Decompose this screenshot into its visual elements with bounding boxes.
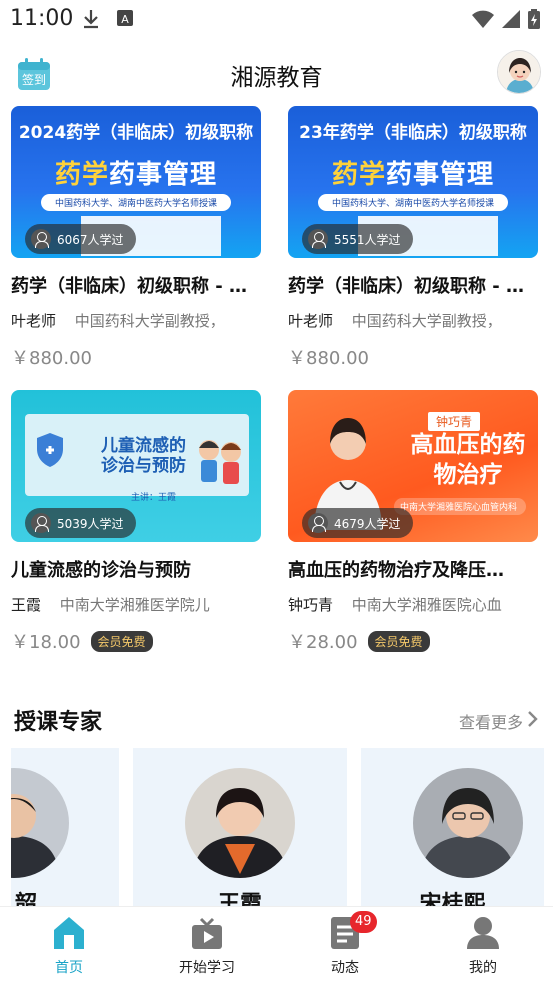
banner-title: 儿童流感的 诊治与预防: [101, 436, 186, 476]
course-price: ￥880.00: [288, 348, 369, 369]
vip-free-badge: 会员免费: [90, 630, 153, 652]
profile-icon: [466, 915, 500, 951]
download-icon: [80, 8, 102, 34]
vip-free-badge: 会员免费: [367, 630, 430, 652]
course-thumbnail[interactable]: 钟巧青 高血压的药物治疗 中南大学湘雅医院心血管内科 4679人学过: [288, 390, 538, 542]
course-card[interactable]: 23年药学（非临床）初级职称 药学药事管理 中国药科大学、湖南中医药大学名师授课…: [288, 106, 538, 369]
nav-label-feed: 动态: [331, 960, 359, 976]
expert-photo: [413, 768, 523, 878]
see-more-label: 查看更多: [458, 713, 523, 732]
learners-badge: 5551人学过: [302, 224, 413, 254]
teacher-row: 王霞 中南大学湘雅医学院儿: [11, 594, 261, 615]
expert-card[interactable]: 宋桂熙: [361, 748, 544, 918]
person-icon: [31, 229, 51, 249]
children-illustration: [195, 436, 243, 492]
course-thumbnail[interactable]: 2024药学（非临床）初级职称 药学药事管理 中国药科大学、湖南中医药大学名师授…: [11, 106, 261, 258]
learners-count: 5039人学过: [57, 516, 124, 531]
banner-title: 23年药学（非临床）初级职称: [299, 123, 527, 143]
course-title[interactable]: 高血压的药物治疗及降压…: [288, 556, 548, 582]
banner-subject: 药学药事管理: [54, 160, 218, 190]
person-icon: [308, 229, 328, 249]
expert-photo: [185, 768, 295, 878]
banner-title: 2024药学（非临床）初级职称: [18, 123, 254, 143]
nav-label-profile: 我的: [469, 960, 497, 976]
teacher-name: 钟巧青: [288, 596, 334, 614]
course-card[interactable]: 儿童流感的 诊治与预防 主讲：王霞 5039人学过 儿童流感的诊治与预防 王霞 …: [11, 390, 261, 653]
see-more-link[interactable]: 查看更多: [459, 709, 539, 733]
banner-caption: 中国药科大学、湖南中医药大学名师授课: [318, 194, 508, 211]
chevron-right-icon: [527, 710, 539, 732]
banner-caption: 中国药科大学、湖南中医药大学名师授课: [41, 194, 231, 211]
teacher-description: 中南大学湘雅医院心血: [351, 596, 502, 614]
course-thumbnail[interactable]: 23年药学（非临床）初级职称 药学药事管理 中国药科大学、湖南中医药大学名师授课…: [288, 106, 538, 258]
user-avatar[interactable]: [497, 50, 541, 94]
course-price: ￥18.00: [11, 632, 81, 653]
expert-card[interactable]: 韶: [11, 748, 119, 918]
course-price: ￥880.00: [11, 348, 92, 369]
app-title: 湘源教育: [230, 65, 323, 91]
battery-icon: [527, 8, 541, 34]
status-time: 11:00: [10, 6, 74, 31]
learners-count: 6067人学过: [57, 232, 124, 247]
expert-photo: [11, 768, 69, 878]
course-card[interactable]: 钟巧青 高血压的药物治疗 中南大学湘雅医院心血管内科 4679人学过 高血压的药…: [288, 390, 538, 653]
person-icon: [31, 513, 51, 533]
svg-text:A: A: [121, 13, 129, 26]
teacher-description: 中国药科大学副教授，: [74, 312, 225, 330]
nav-label-study: 开始学习: [179, 960, 235, 976]
course-title[interactable]: 儿童流感的诊治与预防: [11, 556, 271, 582]
course-thumbnail[interactable]: 儿童流感的 诊治与预防 主讲：王霞 5039人学过: [11, 390, 261, 542]
tv-play-icon: [190, 915, 224, 951]
banner-subject: 药学药事管理: [331, 160, 495, 190]
learners-badge: 6067人学过: [25, 224, 136, 254]
status-bar: 11:00 A: [0, 0, 553, 40]
course-card[interactable]: 2024药学（非临床）初级职称 药学药事管理 中国药科大学、湖南中医药大学名师授…: [11, 106, 261, 369]
nav-item-profile[interactable]: 我的: [433, 915, 533, 977]
nav-label-home: 首页: [55, 960, 83, 976]
learners-count: 5551人学过: [334, 232, 401, 247]
learners-badge: 4679人学过: [302, 508, 413, 538]
price-row: ￥18.00 会员免费: [11, 628, 261, 654]
experts-section-title: 授课专家: [14, 710, 103, 735]
nav-item-home[interactable]: 首页: [19, 915, 119, 977]
price-row: ￥880.00: [288, 344, 538, 370]
shield-icon: [35, 432, 65, 468]
person-icon: [308, 513, 328, 533]
app-header: 签到 湘源教育: [0, 48, 553, 100]
doctor-name-tag: 钟巧青: [428, 412, 481, 431]
teacher-name: 王霞: [11, 596, 42, 614]
expert-card[interactable]: 王霞: [133, 748, 347, 918]
price-row: ￥28.00 会员免费: [288, 628, 538, 654]
bottom-nav: 首页 开始学习 49 动态 我的: [0, 906, 553, 984]
course-title[interactable]: 药学（非临床）初级职称 - …: [288, 272, 548, 298]
learners-badge: 5039人学过: [25, 508, 136, 538]
keyboard-icon: A: [116, 8, 134, 32]
nav-item-study[interactable]: 开始学习: [157, 915, 257, 977]
course-title[interactable]: 药学（非临床）初级职称 - …: [11, 272, 271, 298]
price-row: ￥880.00: [11, 344, 261, 370]
teacher-row: 叶老师 中国药科大学副教授，: [11, 310, 261, 331]
teacher-description: 中国药科大学副教授，: [351, 312, 502, 330]
teacher-row: 钟巧青 中南大学湘雅医院心血: [288, 594, 538, 615]
teacher-description: 中南大学湘雅医学院儿: [59, 596, 210, 614]
banner-caption: 中南大学湘雅医院心血管内科: [394, 498, 526, 515]
wifi-icon: [471, 9, 495, 33]
home-icon: [52, 915, 86, 951]
teacher-row: 叶老师 中国药科大学副教授，: [288, 310, 538, 331]
course-price: ￥28.00: [288, 632, 358, 653]
teacher-name: 叶老师: [288, 312, 334, 330]
learners-count: 4679人学过: [334, 516, 401, 531]
teacher-name: 叶老师: [11, 312, 57, 330]
notification-badge: 49: [350, 911, 377, 933]
signal-icon: [501, 9, 521, 33]
feed-icon: 49: [328, 911, 377, 951]
banner-caption: 主讲：王霞: [131, 493, 177, 503]
banner-title: 高血压的药物治疗: [410, 432, 526, 488]
nav-item-feed[interactable]: 49 动态: [295, 911, 395, 977]
